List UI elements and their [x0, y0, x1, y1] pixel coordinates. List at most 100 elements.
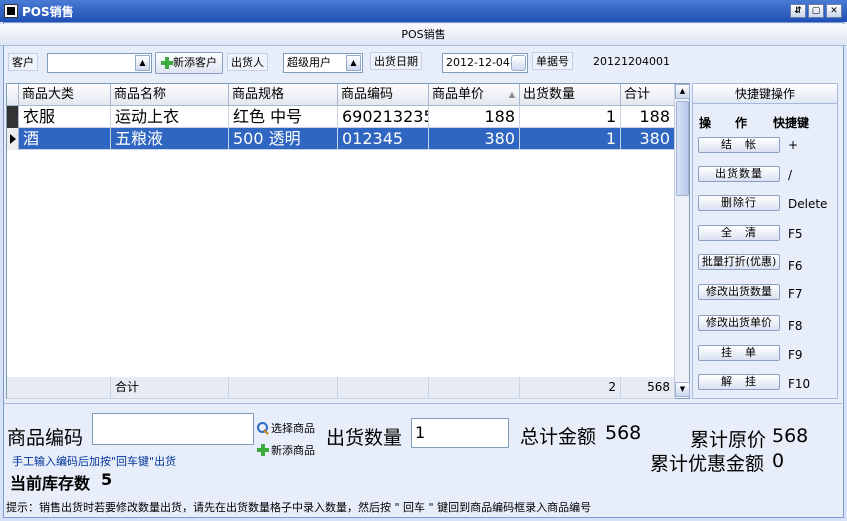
discount-label: 累计优惠金额: [650, 453, 765, 475]
window-titlebar: POS销售 ⇵ ▢ ✕: [0, 0, 847, 22]
ship-qty-label: 出货数量: [326, 427, 403, 449]
edit-qty-button[interactable]: 修改出货数量: [698, 284, 780, 300]
summary-qty: 2: [520, 377, 621, 399]
cell-category[interactable]: 酒: [19, 128, 111, 150]
cell-price[interactable]: 188: [429, 106, 520, 128]
scroll-up-icon[interactable]: ▲: [675, 84, 690, 99]
col-qty[interactable]: 出货数量: [520, 84, 621, 106]
customer-select[interactable]: ▲: [47, 53, 152, 73]
cell-total[interactable]: 188: [621, 106, 675, 128]
edit-price-button[interactable]: 修改出货单价: [698, 315, 780, 331]
cell-name[interactable]: 运动上衣: [111, 106, 229, 128]
calendar-icon[interactable]: [511, 55, 526, 71]
discount-value: 0: [772, 450, 785, 472]
sales-grid[interactable]: 商品大类 商品名称 商品规格 商品编码 商品单价 ▲ 出货数量 合计 衣服 运动…: [6, 83, 690, 399]
cell-qty[interactable]: 1: [520, 106, 621, 128]
summary-blank: [338, 377, 429, 399]
clear-all-key: F5: [788, 227, 803, 241]
edit-price-key: F8: [788, 319, 803, 333]
date-label: 出货日期: [370, 52, 422, 70]
col-price-label: 商品单价: [432, 87, 485, 102]
add-goods-button[interactable]: 新添商品: [257, 442, 315, 458]
summary-blank: [7, 377, 111, 399]
resume-order-button[interactable]: 解 挂: [698, 374, 780, 390]
plus-icon: [257, 444, 269, 456]
batch-discount-key: F6: [788, 259, 803, 273]
add-customer-label: 新添客户: [173, 56, 217, 69]
ship-qty-input[interactable]: 1: [411, 418, 509, 448]
col-category[interactable]: 商品大类: [19, 84, 111, 106]
col-code[interactable]: 商品编码: [338, 84, 429, 106]
summary-row: 合计 2 568: [7, 377, 675, 399]
chevron-down-icon[interactable]: ▲: [346, 55, 361, 71]
summary-blank: [429, 377, 520, 399]
row-indicator-header: [7, 84, 19, 106]
table-row[interactable]: 衣服 运动上衣 红色 中号 690213235 188 1 188: [7, 106, 675, 128]
select-goods-button[interactable]: 选择商品: [257, 420, 315, 436]
col-spec[interactable]: 商品规格: [229, 84, 338, 106]
edit-qty-key: F7: [788, 287, 803, 301]
header-toolbar: 客户 ▲ 新添客户 出货人 超级用户 ▲ 出货日期 2012-12-04 单据号…: [5, 48, 841, 78]
col-price[interactable]: 商品单价 ▲: [429, 84, 520, 106]
cell-spec[interactable]: 500 透明: [229, 128, 338, 150]
cell-price[interactable]: 380: [429, 128, 520, 150]
row-indicator: [7, 106, 19, 128]
select-goods-label: 选择商品: [271, 422, 315, 435]
customer-label: 客户: [8, 53, 38, 71]
shipper-value: 超级用户: [287, 56, 331, 69]
resume-order-key: F10: [788, 377, 811, 391]
product-code-label: 商品编码: [7, 427, 84, 449]
restore-button[interactable]: ⇵: [790, 4, 806, 18]
date-input[interactable]: 2012-12-04: [442, 53, 528, 73]
scroll-thumb[interactable]: [676, 101, 689, 196]
tip-text: 提示：销售出货时若要修改数量出货，请先在出货数量格子中录入数量，然后按 " 回车…: [6, 501, 592, 514]
cell-qty[interactable]: 1: [520, 128, 621, 150]
close-button[interactable]: ✕: [826, 4, 842, 18]
shortcut-col-action: 操 作: [699, 116, 748, 130]
stock-label: 当前库存数: [10, 474, 91, 493]
clear-all-button[interactable]: 全 清: [698, 225, 780, 241]
sort-asc-icon: ▲: [508, 90, 515, 99]
col-total[interactable]: 合计: [621, 84, 675, 106]
hold-order-button[interactable]: 挂 单: [698, 345, 780, 361]
cell-total[interactable]: 380: [621, 128, 675, 150]
stock-value: 5: [101, 470, 113, 489]
col-name[interactable]: 商品名称: [111, 84, 229, 106]
total-amount-label: 总计金额: [520, 426, 597, 448]
grid-header: 商品大类 商品名称 商品规格 商品编码 商品单价 ▲ 出货数量 合计: [7, 84, 675, 106]
row-indicator-arrow: [7, 128, 19, 150]
shortcut-col-key: 快捷键: [773, 116, 810, 130]
plus-icon: [161, 57, 173, 69]
page-title: POS销售: [0, 24, 847, 46]
shipper-select[interactable]: 超级用户 ▲: [283, 53, 363, 73]
original-price-label: 累计原价: [690, 429, 767, 451]
scroll-down-icon[interactable]: ▼: [675, 382, 690, 397]
product-code-input[interactable]: [92, 413, 254, 445]
cell-code[interactable]: 690213235: [338, 106, 429, 128]
cell-name[interactable]: 五粮液: [111, 128, 229, 150]
delete-row-button[interactable]: 删除行: [698, 195, 780, 211]
cell-code[interactable]: 012345: [338, 128, 429, 150]
quantity-button[interactable]: 出货数量: [698, 166, 780, 182]
doc-no-label: 单据号: [532, 52, 573, 70]
vertical-scrollbar[interactable]: ▲ ▼: [674, 84, 690, 398]
checkout-key: +: [788, 138, 799, 152]
summary-blank: [229, 377, 338, 399]
batch-discount-button[interactable]: 批量打折(优惠): [698, 254, 780, 270]
shipper-label: 出货人: [227, 53, 268, 71]
checkout-button[interactable]: 结 帐: [698, 137, 780, 153]
date-value: 2012-12-04: [446, 56, 510, 69]
add-customer-button[interactable]: 新添客户: [155, 52, 223, 74]
cell-spec[interactable]: 红色 中号: [229, 106, 338, 128]
manual-entry-hint: 手工输入编码后加按"回车键"出货: [12, 455, 177, 468]
window-title: POS销售: [22, 5, 74, 19]
app-icon: [4, 4, 18, 18]
chevron-down-icon[interactable]: ▲: [135, 55, 150, 71]
search-icon: [257, 422, 269, 434]
table-row-selected[interactable]: 酒 五粮液 500 透明 012345 380 1 380: [7, 128, 675, 150]
cell-category[interactable]: 衣服: [19, 106, 111, 128]
delete-row-key: Delete: [788, 197, 828, 211]
bottom-panel: 商品编码 选择商品 新添商品 出货数量 1 总计金额 568 累计原价 568 …: [4, 403, 842, 517]
add-goods-label: 新添商品: [271, 444, 315, 457]
maximize-button[interactable]: ▢: [808, 4, 824, 18]
